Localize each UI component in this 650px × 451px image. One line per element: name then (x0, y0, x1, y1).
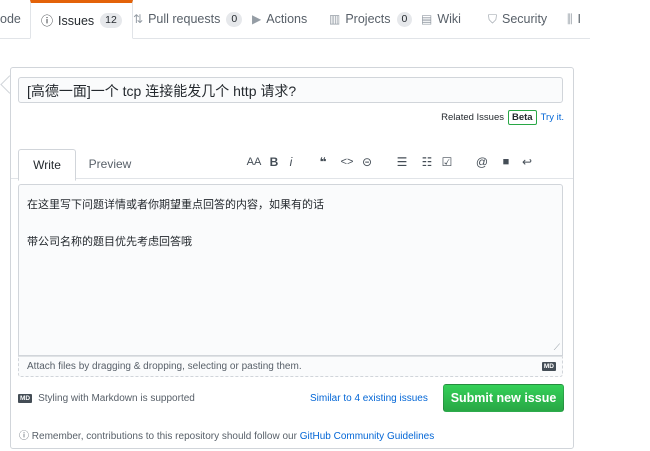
info-icon: ⓘ (19, 431, 29, 442)
tab-security[interactable]: ⛉ Security (488, 0, 547, 38)
markdown-note-label: Styling with Markdown is supported (38, 393, 195, 404)
tab-code-label: ode (0, 12, 21, 26)
tab-code[interactable]: ode (0, 0, 21, 38)
project-icon: ▥ (329, 12, 341, 26)
quote-icon[interactable]: ❝ (299, 155, 337, 169)
resize-grip-icon[interactable]: ⟋ (554, 342, 560, 353)
guidelines-link[interactable]: GitHub Community Guidelines (300, 431, 435, 442)
pull-requests-count-badge: 0 (226, 11, 243, 27)
try-it-link[interactable]: Try it. (541, 112, 564, 123)
ordered-list-icon[interactable]: ☷ (417, 155, 437, 169)
remember-text: Remember, contributions to this reposito… (31, 431, 297, 442)
graph-icon: ⫼ (567, 11, 573, 26)
beta-badge: Beta (508, 110, 537, 125)
tab-projects[interactable]: ▥ Projects 0 (329, 0, 413, 38)
body-line-1: 在这里写下问题详情或者你期望重点回答的内容，如果有的话 (27, 199, 324, 211)
markdown-icon: MD (18, 394, 33, 403)
similar-issues-link[interactable]: Similar to 4 existing issues (310, 393, 428, 404)
markdown-note[interactable]: MD Styling with Markdown is supported (18, 393, 195, 404)
pull-request-icon: ⇅ (133, 12, 144, 26)
tab-write[interactable]: Write (18, 149, 76, 181)
reply-dropdown-icon[interactable]: ↩ (515, 155, 539, 169)
contribution-guidelines-note: ⓘ Remember, contributions to this reposi… (19, 427, 434, 442)
heading-icon[interactable]: AA (243, 156, 265, 168)
projects-count-badge: 0 (396, 11, 413, 27)
issue-opened-icon: ⓘ (41, 14, 54, 28)
shield-icon: ⛉ (488, 11, 498, 26)
repo-nav: ode ⓘ Issues 12 ⇅ Pull requests 0 ▶ Acti… (0, 0, 590, 39)
tab-pull-requests[interactable]: ⇅ Pull requests 0 (133, 0, 243, 38)
link-icon[interactable]: ⊝ (357, 155, 377, 169)
tab-issues[interactable]: ⓘ Issues 12 (30, 0, 133, 39)
related-issues: Related Issues Beta Try it. (441, 110, 564, 125)
task-list-icon[interactable]: ☑ (437, 155, 457, 169)
tab-wiki-label: Wiki (437, 12, 461, 26)
mention-icon[interactable]: @ (457, 155, 497, 169)
play-icon: ▶ (252, 12, 262, 26)
tab-insights-label: I (577, 12, 582, 26)
submit-issue-button[interactable]: Submit new issue (443, 384, 564, 412)
related-issues-label: Related Issues (441, 112, 504, 123)
unordered-list-icon[interactable]: ☰ (377, 155, 417, 169)
new-issue-form: [高德一面]一个 tcp 连接能发几个 http 请求? Related Iss… (10, 67, 574, 449)
form-footer: MD Styling with Markdown is supported Si… (18, 384, 564, 414)
issue-title-input[interactable]: [高德一面]一个 tcp 连接能发几个 http 请求? (18, 77, 563, 103)
tab-actions[interactable]: ▶ Actions (252, 0, 307, 38)
code-icon[interactable]: <> (337, 156, 357, 168)
body-line-2: 带公司名称的题目优先考虑回答哦 (27, 236, 192, 248)
file-attach-area[interactable]: Attach files by dragging & dropping, sel… (18, 356, 563, 377)
tab-issues-label: Issues (58, 13, 95, 28)
markdown-icon: MD (541, 362, 556, 371)
tab-insights[interactable]: ⫼ I (567, 0, 581, 38)
tab-actions-label: Actions (266, 12, 308, 26)
tab-security-label: Security (502, 12, 548, 26)
tab-projects-label: Projects (345, 12, 391, 26)
tab-wiki[interactable]: ▤ Wiki (421, 0, 461, 38)
bold-icon[interactable]: B (265, 155, 283, 169)
saved-reply-icon[interactable]: ■ (497, 156, 515, 168)
tab-pull-requests-label: Pull requests (148, 12, 221, 26)
markdown-toolbar: AA B i ❝ <> ⊝ ☰ ☷ ☑ @ ■ ↩ (243, 152, 539, 172)
tab-preview[interactable]: Preview (85, 149, 135, 179)
italic-icon[interactable]: i (283, 155, 299, 169)
attach-text: Attach files by dragging & dropping, sel… (27, 361, 302, 372)
issue-body-textarea[interactable]: 在这里写下问题详情或者你期望重点回答的内容，如果有的话 带公司名称的题目优先考虑… (18, 184, 563, 356)
issues-count-badge: 12 (100, 13, 122, 28)
book-icon: ▤ (421, 12, 433, 26)
